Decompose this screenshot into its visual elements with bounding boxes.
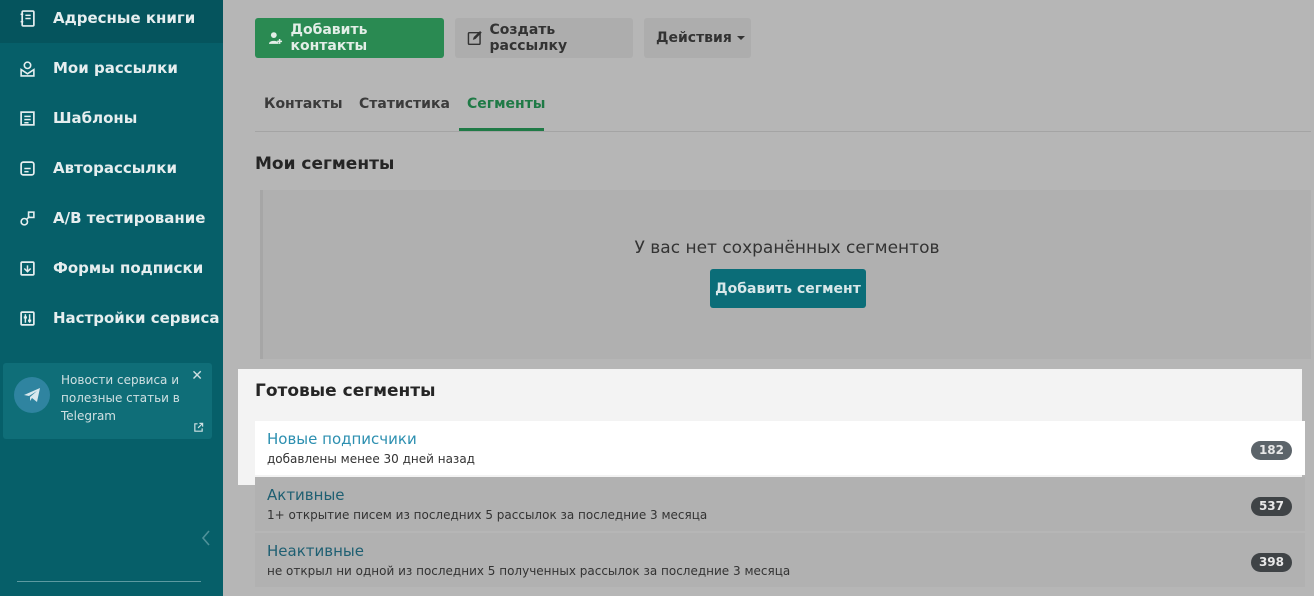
segment-description: не открыл ни одной из последних 5 получе… [267,564,791,578]
sidebar-item-label: A/B тестирование [53,209,206,227]
sidebar-item-my-mailings[interactable]: Мои рассылки [0,43,223,93]
segment-name[interactable]: Активные [267,486,345,504]
empty-state-text: У вас нет сохранённых сегментов [634,238,940,258]
segment-name[interactable]: Новые подписчики [267,430,417,448]
sidebar-item-label: Шаблоны [53,109,138,127]
external-link-icon[interactable] [193,422,204,433]
address-book-icon [18,9,36,27]
sidebar-item-label: Авторассылки [53,159,177,177]
ab-test-icon [18,209,36,227]
create-mailing-label: Создать рассылку [489,22,568,54]
sidebar-item-service-settings[interactable]: Настройки сервиса [0,293,223,343]
telegram-icon [14,377,50,413]
actions-label: Действия [656,30,732,46]
sidebar-item-address-books[interactable]: Адресные книги [0,0,223,43]
settings-icon [18,309,36,327]
segment-description: 1+ открытие писем из последних 5 рассыло… [267,508,708,522]
ready-segments-title: Готовые сегменты [255,381,436,401]
add-contacts-button[interactable]: Добавить контакты [255,18,444,58]
templates-icon [18,109,36,127]
active-tab-indicator [459,128,544,131]
segment-name[interactable]: Неактивные [267,542,364,560]
my-segments-title: Мои сегменты [255,154,395,174]
add-contacts-label: Добавить контакты [290,22,368,54]
close-icon[interactable]: ✕ [191,368,203,384]
sidebar-item-autoresponders[interactable]: Авторассылки [0,143,223,193]
segment-count-badge: 537 [1250,497,1292,516]
sidebar-item-label: Формы подписки [53,259,204,277]
sidebar-item-label: Адресные книги [53,9,196,27]
sidebar-divider [17,581,201,582]
sidebar-item-templates[interactable]: Шаблоны [0,93,223,143]
subscription-form-icon [18,259,36,277]
sidebar-item-label: Настройки сервиса [53,309,220,327]
segment-row-inactive[interactable]: Неактивные не открыл ни одной из последн… [255,533,1305,587]
tab-segments[interactable]: Сегменты [467,96,545,112]
mailings-icon [18,59,36,77]
segment-count-badge: 398 [1250,553,1292,572]
telegram-promo-text: Новости сервиса и полезные статьи в Tele… [61,373,180,423]
segment-description: добавлены менее 30 дней назад [267,452,475,466]
segment-row-new-subscribers[interactable]: Новые подписчики добавлены менее 30 дней… [255,421,1305,475]
sidebar-item-subscription-forms[interactable]: Формы подписки [0,243,223,293]
sidebar-item-ab-testing[interactable]: A/B тестирование [0,193,223,243]
add-segment-button[interactable]: Добавить сегмент [710,269,866,308]
segment-count-badge: 182 [1250,441,1292,460]
sidebar-item-label: Мои рассылки [53,59,178,77]
add-user-icon [268,32,283,44]
actions-dropdown-button[interactable]: Действия [644,18,751,58]
autoresponder-icon [18,159,36,177]
telegram-promo-card[interactable]: Новости сервиса и полезные статьи в Tele… [3,363,212,439]
tabs-bar: Контакты Статистика Сегменты [255,84,1311,132]
sidebar: Адресные книги Мои рассылки Шаблоны Авто… [0,0,223,596]
collapse-sidebar-icon[interactable] [199,528,213,548]
chevron-down-icon [736,36,745,40]
segment-row-active[interactable]: Активные 1+ открытие писем из последних … [255,477,1305,531]
edit-icon [467,31,482,46]
tab-statistics[interactable]: Статистика [359,96,450,112]
my-segments-empty-state: У вас нет сохранённых сегментов Добавить… [260,190,1311,359]
tab-contacts[interactable]: Контакты [264,96,343,112]
create-mailing-button[interactable]: Создать рассылку [455,18,633,58]
